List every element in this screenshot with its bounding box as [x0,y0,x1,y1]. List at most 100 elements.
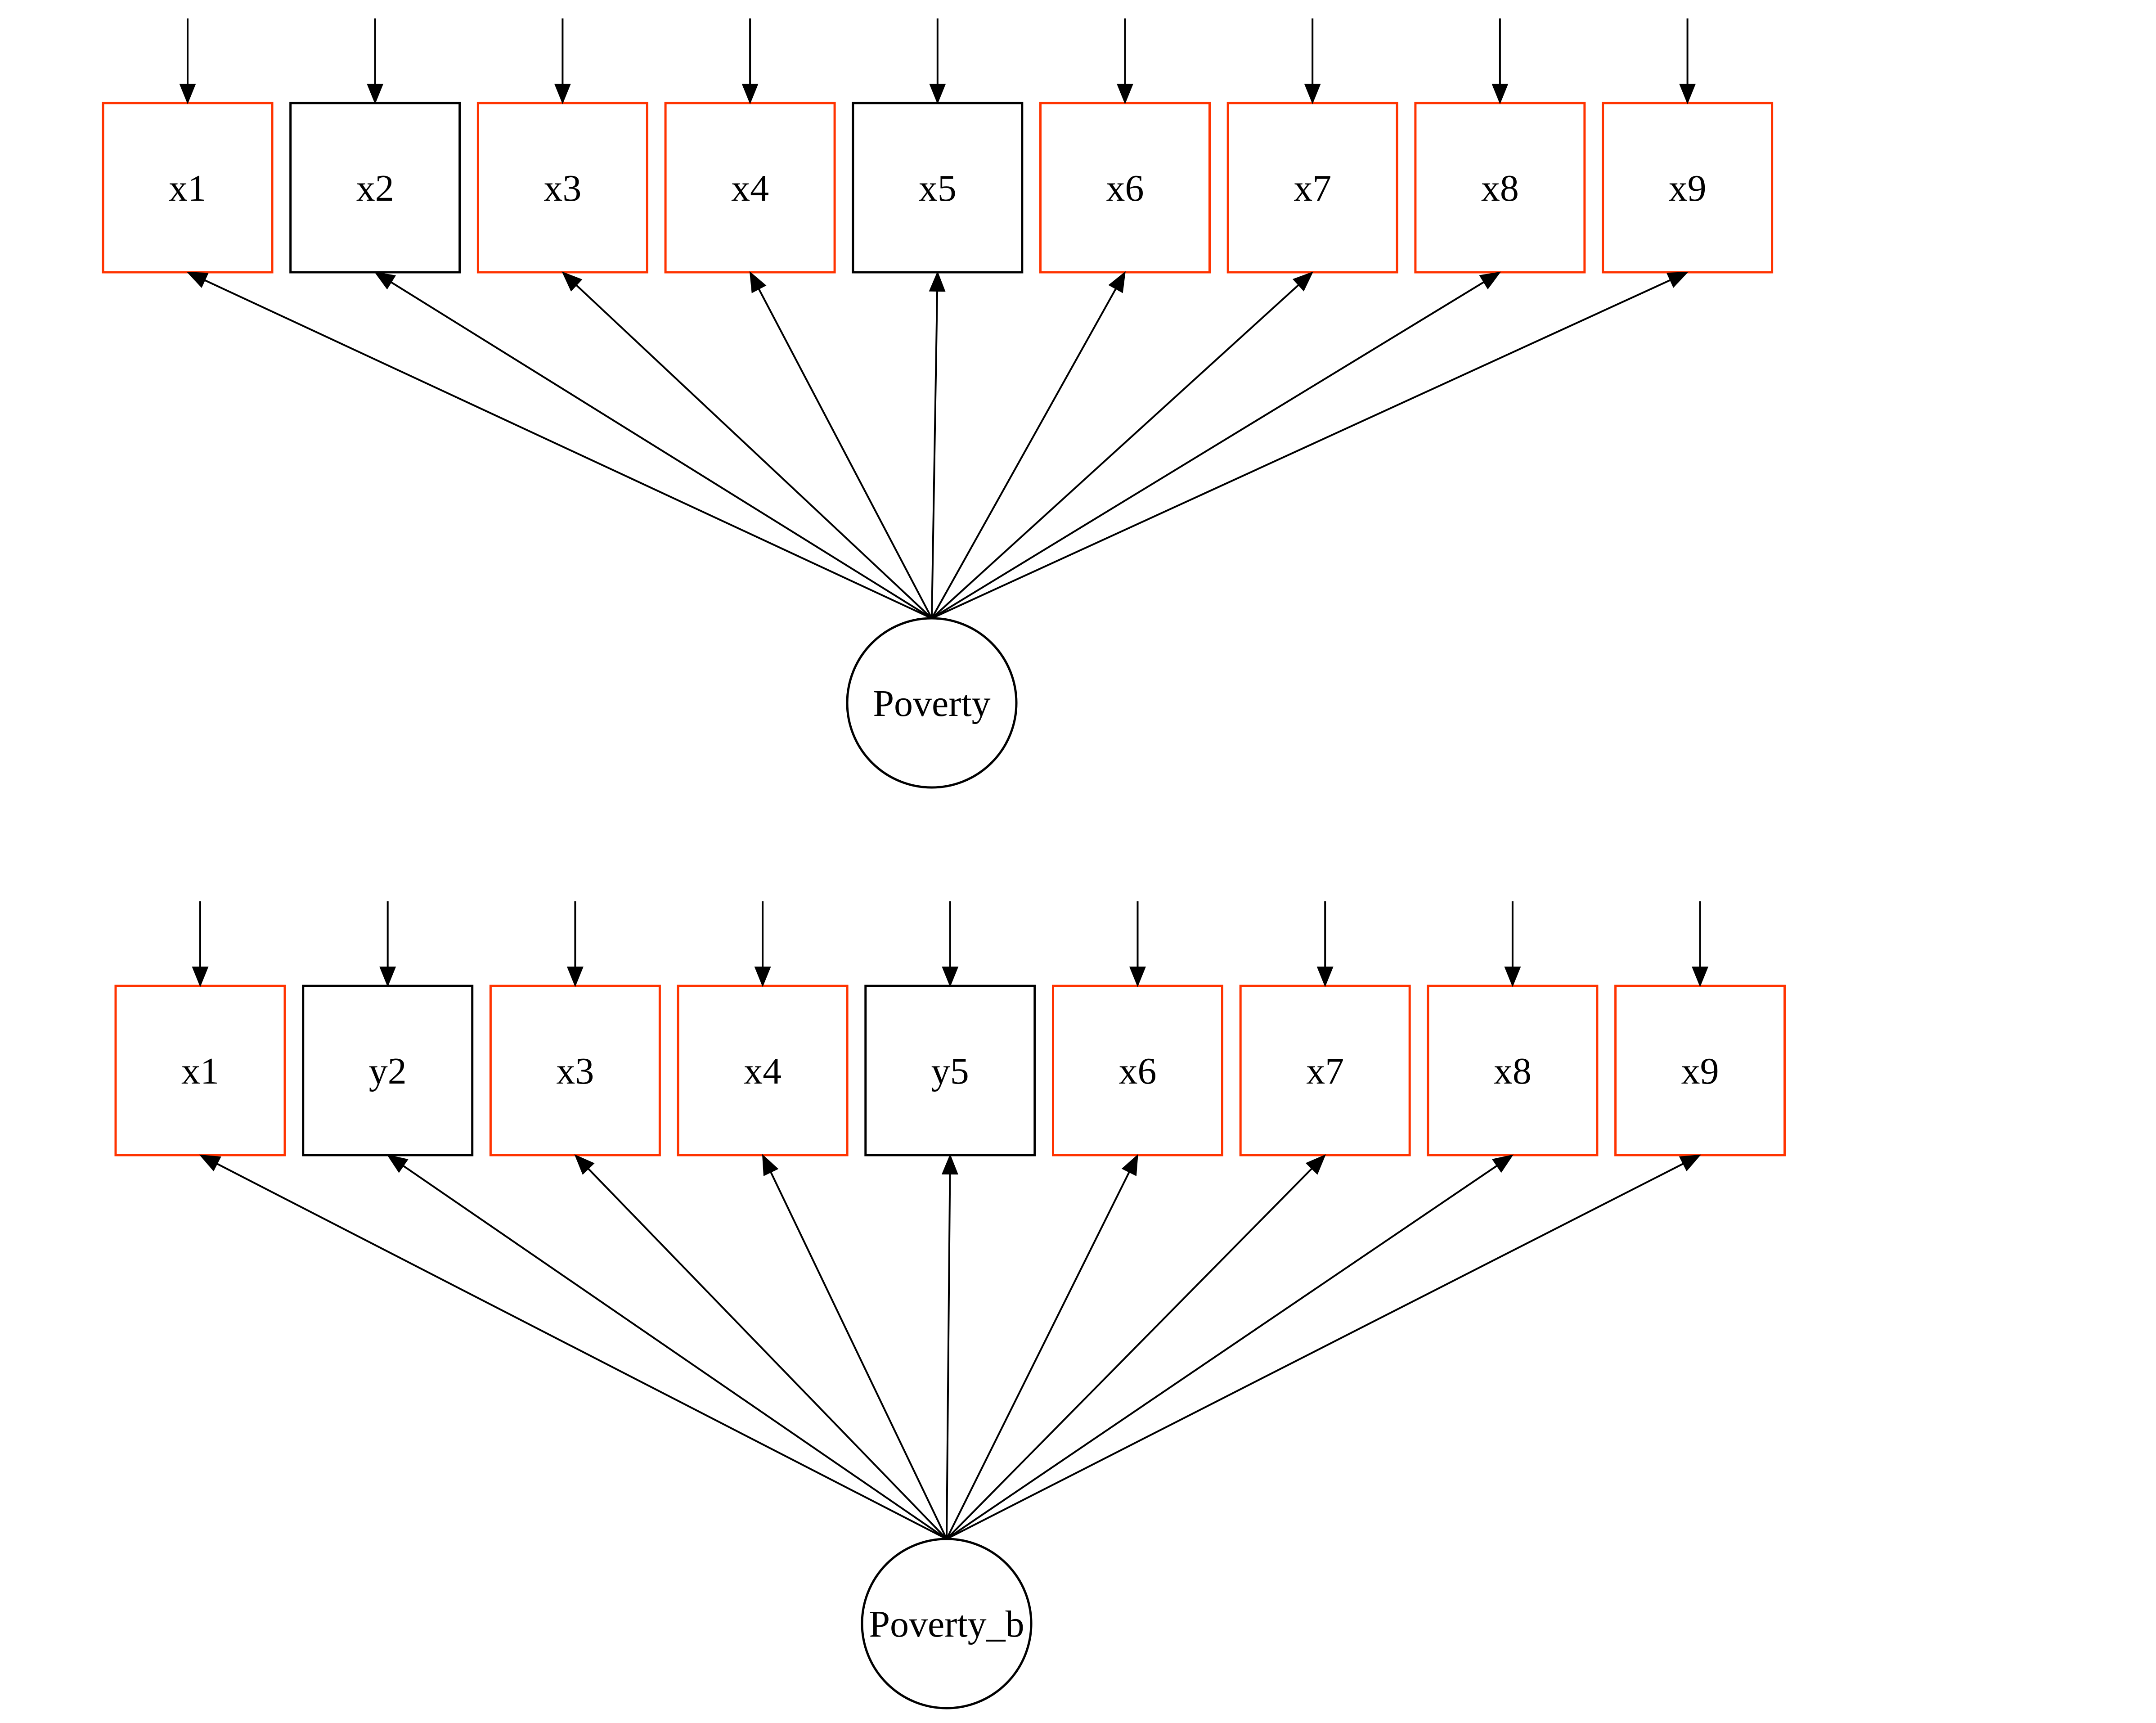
error-arrow-x4 [754,901,771,987]
arrowhead-icon [941,1154,958,1175]
arrowhead-icon [379,967,396,987]
indicator-node-x6[interactable]: x6 [1052,985,1223,1156]
indicator-label: y5 [931,1050,969,1092]
arrowhead-icon [754,967,771,987]
loading-arrow-x6 [946,1154,1138,1539]
loading-arrow-x6 [931,271,1126,619]
arrowhead-icon [1491,84,1509,104]
loading-arrow-x4-line [758,288,933,619]
loading-arrow-x3-line [588,1168,948,1540]
loading-arrow-x7 [931,271,1314,619]
arrowhead-icon [929,271,946,292]
arrowhead-icon [367,84,384,104]
error-arrow-x1 [192,901,209,987]
arrowhead-icon [1679,1154,1701,1171]
indicator-node-x4[interactable]: x4 [677,985,849,1156]
arrowhead-icon [762,1154,779,1176]
arrowhead-icon [1666,271,1689,288]
arrowhead-icon [386,1154,409,1173]
loading-arrow-x3-line [575,284,933,619]
latent-node[interactable]: Poverty_b [861,1538,1033,1710]
loading-arrow-x7-line [931,284,1299,619]
loading-arrow-x1-line [204,279,932,619]
indicator-label: x7 [1306,1050,1344,1092]
model-b: x1 y2 x3 x4 y5 x6 x7 x8 x9 Poverty_b [114,901,1786,1710]
error-arrow-y5 [942,901,959,987]
loading-arrow-x7-line [946,1168,1313,1540]
indicator-node-x9[interactable]: x9 [1602,102,1774,274]
loading-arrow-x8-line [946,1165,1498,1540]
loading-arrow-x8 [946,1154,1514,1540]
arrowhead-icon [199,1154,221,1172]
error-arrow-x2 [367,18,384,104]
indicator-label: x4 [744,1050,782,1092]
error-arrow-x8 [1491,18,1509,104]
indicator-label: x1 [169,167,207,209]
error-arrow-x7 [1304,18,1321,104]
indicator-node-x1[interactable]: x1 [114,985,286,1156]
indicator-node-x2[interactable]: x2 [289,102,461,274]
arrowhead-icon [186,271,209,288]
arrowhead-icon [1304,84,1321,104]
loading-arrow-x6-line [946,1171,1130,1539]
indicator-label: x3 [556,1050,594,1092]
arrowhead-icon [566,967,584,987]
loading-arrow-x5-line [931,291,939,619]
indicator-label: y2 [369,1050,407,1092]
arrowhead-icon [1679,84,1696,104]
arrowhead-icon [554,84,571,104]
indicator-node-x5[interactable]: x5 [852,102,1024,274]
arrowhead-icon [749,271,767,293]
arrowhead-icon [1108,271,1126,293]
arrowhead-icon [1117,84,1133,104]
arrowhead-icon [374,271,396,290]
error-arrow-x4 [741,18,759,104]
loading-arrow-y2 [386,1154,948,1540]
error-arrow-y2 [379,901,396,987]
loading-arrow-x3 [561,271,933,619]
loading-arrow-x8-line [931,281,1485,619]
error-arrow-x8 [1504,901,1521,987]
indicator-label: x4 [731,167,769,209]
loading-arrow-y2-line [403,1165,948,1540]
loading-arrow-x9-line [931,279,1671,619]
loading-arrow-x1-line [216,1163,947,1540]
indicator-node-x6[interactable]: x6 [1039,102,1211,274]
indicator-node-x3[interactable]: x3 [489,985,661,1156]
indicator-label: x7 [1294,167,1331,209]
indicator-label: x2 [356,167,394,209]
arrowhead-icon [1491,1154,1514,1173]
arrowhead-icon [1504,967,1521,987]
arrowhead-icon [1121,1154,1138,1176]
loading-arrow-x4-line [770,1172,948,1539]
arrowhead-icon [942,967,959,987]
latent-node[interactable]: Poverty [846,617,1018,789]
indicator-node-x9[interactable]: x9 [1614,985,1786,1156]
loading-arrow-x2-line [391,281,933,619]
indicator-node-y5[interactable]: y5 [864,985,1036,1156]
indicator-label: x6 [1119,1050,1157,1092]
indicator-node-x1[interactable]: x1 [102,102,274,274]
loading-arrow-x4 [749,271,933,619]
indicator-node-x7[interactable]: x7 [1226,102,1398,274]
loading-arrow-x5 [929,271,946,619]
indicator-label: x8 [1494,1050,1532,1092]
indicator-node-x8[interactable]: x8 [1414,102,1586,274]
indicator-node-x3[interactable]: x3 [476,102,648,274]
latent-label: Poverty_b [869,1603,1024,1645]
indicator-label: x9 [1669,167,1707,209]
indicator-label: x1 [181,1050,219,1092]
indicator-node-x7[interactable]: x7 [1239,985,1411,1156]
arrowhead-icon [1692,967,1709,987]
loading-arrow-x2 [374,271,933,619]
indicator-node-y2[interactable]: y2 [302,985,474,1156]
error-arrow-x7 [1316,901,1334,987]
indicator-node-x8[interactable]: x8 [1427,985,1599,1156]
error-arrow-x6 [1129,901,1146,987]
loading-arrow-x1 [199,1154,947,1540]
arrowhead-icon [1479,271,1501,290]
error-arrow-x9 [1679,18,1696,104]
arrowhead-icon [741,84,759,104]
indicator-node-x4[interactable]: x4 [664,102,836,274]
loading-arrow-x7 [946,1154,1326,1540]
